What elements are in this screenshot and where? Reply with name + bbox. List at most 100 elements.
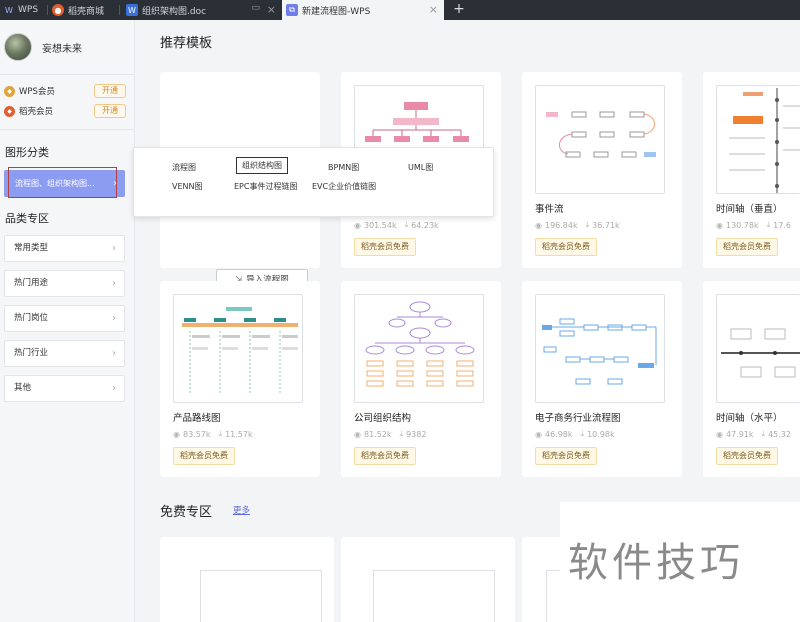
template-stats: ◉ 83.57k ⤓ 11.57k [173,429,261,439]
category-dropdown[interactable]: 流程图、组织架构图... › [4,167,125,198]
member-free-badge[interactable]: 稻壳会员免费 [354,447,416,465]
template-stats: ◉ 130.78k ⤓ 17.6 [716,220,799,230]
tab-label: 新建流程图-WPS [302,6,371,17]
popup-item-evc[interactable]: EVC企业价值链图 [312,181,376,192]
popup-item-uml[interactable]: UML图 [408,162,433,173]
popup-item-flowchart[interactable]: 流程图 [172,162,196,173]
member-free-badge[interactable]: 稻壳会员免费 [173,447,235,465]
roadmap-preview [182,307,298,395]
member-free-badge[interactable]: 稻壳会员免费 [716,238,778,256]
download-icon: ⤓ [399,429,404,438]
watermark: 软件技巧 [560,502,800,622]
eye-icon: ◉ [173,429,180,439]
template-title: 事件流 [535,204,564,215]
membership-docer: ◆ 稻壳会员 开通 [4,103,126,119]
pin-icon[interactable]: ▭ [251,3,260,13]
tab-label: 组织架构图.doc [142,6,207,17]
member-free-badge[interactable]: 稻壳会员免费 [354,238,416,256]
divider [0,74,135,75]
sidebar-item-popular-uses[interactable]: 热门用途 › [4,270,125,297]
template-title: 公司组织结构 [354,413,412,424]
sidebar-item-popular-industries[interactable]: 热门行业 › [4,340,125,367]
template-card[interactable]: 事件流 ◉ 196.84k ⤓ 36.71k 稻壳会员免费 [522,72,682,268]
recommend-title: 推荐模板 [160,36,213,51]
user-profile[interactable]: 妄想未来 [4,33,82,61]
sidebar-item-common-types[interactable]: 常用类型 › [4,235,125,262]
watermark-text: 软件技巧 [568,540,744,586]
tab-new-flowchart[interactable]: ⧉ 新建流程图-WPS × [282,0,444,20]
template-thumbnail[interactable] [354,294,484,403]
template-stats: ◉ 301.54k ⤓ 64.23k [354,220,447,230]
chevron-right-icon: › [113,178,117,189]
new-tab-button[interactable]: + [451,0,467,20]
view-count: 81.52k [363,429,392,439]
tab-wps[interactable]: W WPS [0,0,48,20]
open-membership-button[interactable]: 开通 [94,104,126,118]
download-icon: ⤓ [585,220,590,229]
close-icon[interactable]: × [429,3,438,16]
template-card[interactable]: 时间轴（水平） ◉ 47.91k ⤓ 45.32 稻壳会员免费 [703,281,800,477]
tab-docer-store[interactable]: ● 稻壳商城 [48,0,120,20]
tab-org-doc[interactable]: W 组织架构图.doc ▭ × [122,0,282,20]
download-count: 36.71k [592,220,620,230]
template-thumbnail[interactable] [716,294,800,403]
wps-medal-icon: ◆ [4,85,15,97]
download-icon: ⤓ [218,429,223,438]
sidebar-item-other[interactable]: 其他 › [4,375,125,402]
download-count: 9382 [406,429,427,439]
sidebar-item-label: 热门岗位 [14,313,49,323]
template-thumbnail[interactable] [535,294,665,403]
open-membership-button[interactable]: 开通 [94,84,126,98]
template-title: 产品路线图 [173,413,221,424]
template-thumbnail[interactable] [200,570,322,622]
member-free-badge[interactable]: 稻壳会员免费 [535,447,597,465]
view-count: 301.54k [363,220,397,230]
view-count: 46.98k [544,429,573,439]
view-count: 196.84k [544,220,578,230]
popup-item-bpmn[interactable]: BPMN图 [328,162,359,173]
flowchart-icon: ⧉ [286,4,298,16]
template-thumbnail[interactable] [173,294,303,403]
eye-icon: ◉ [535,429,542,439]
template-thumbnail[interactable] [716,85,800,194]
chevron-right-icon: › [112,348,116,359]
free-template-card[interactable] [341,537,515,622]
template-title: 时间轴（水平） [716,413,783,424]
sidebar-item-popular-positions[interactable]: 热门岗位 › [4,305,125,332]
more-link[interactable]: 更多 [233,504,250,516]
download-count: 17.6 [773,220,791,230]
template-card[interactable]: 时间轴（垂直） ◉ 130.78k ⤓ 17.6 稻壳会员免费 [703,72,800,268]
download-count: 64.23k [411,220,439,230]
popup-item-org-chart[interactable]: 组织结构图 [236,157,288,174]
member-free-badge[interactable]: 稻壳会员免费 [716,447,778,465]
close-icon[interactable]: × [267,3,276,16]
template-title: 时间轴（垂直） [716,204,783,215]
template-stats: ◉ 46.98k ⤓ 10.98k [535,429,623,439]
eye-icon: ◉ [354,429,361,439]
member-free-badge[interactable]: 稻壳会员免费 [535,238,597,256]
chevron-right-icon: › [112,278,116,289]
sidebar-item-label: 热门行业 [14,348,49,358]
free-template-card[interactable] [160,537,334,622]
download-icon: ⤓ [580,429,585,438]
template-card[interactable]: 公司组织结构 ◉ 81.52k ⤓ 9382 稻壳会员免费 [341,281,501,477]
free-section-title: 免费专区 [160,505,213,520]
popup-item-epc[interactable]: EPC事件过程链图 [234,181,297,192]
popup-item-venn[interactable]: VENN图 [172,181,203,192]
avatar[interactable] [4,33,32,61]
template-card[interactable]: 电子商务行业流程图 ◉ 46.98k ⤓ 10.98k 稻壳会员免费 [522,281,682,477]
download-count: 10.98k [587,429,615,439]
selection-highlight [8,167,117,198]
wps-icon: W [5,5,13,15]
template-card[interactable]: 产品路线图 ◉ 83.57k ⤓ 11.57k 稻壳会员免费 [160,281,320,477]
docer-icon: ● [52,4,64,16]
template-stats: ◉ 81.52k ⤓ 9382 [354,429,434,439]
tab-label: 稻壳商城 [68,6,105,17]
download-count: 45.32 [768,429,791,439]
download-icon: ⤓ [404,220,409,229]
template-thumbnail[interactable] [373,570,495,622]
shape-category-title: 图形分类 [5,146,49,159]
template-thumbnail[interactable] [535,85,665,194]
download-icon: ⤓ [761,429,766,438]
template-stats: ◉ 196.84k ⤓ 36.71k [535,220,628,230]
